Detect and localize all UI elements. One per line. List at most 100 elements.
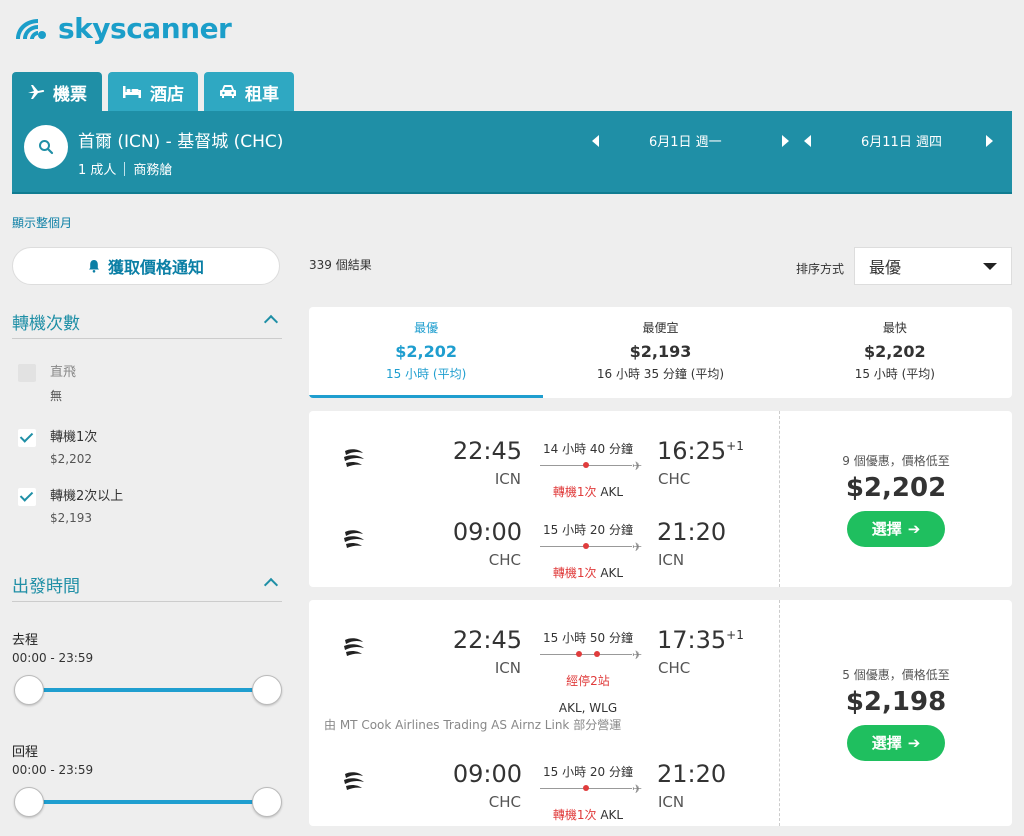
arrow-right-icon: ➔ bbox=[907, 519, 921, 538]
departure-time-filter-header[interactable]: 出發時間 bbox=[12, 572, 282, 602]
day-offset: +1 bbox=[726, 628, 744, 642]
stops-count: 經停2站 bbox=[566, 674, 610, 688]
sort-tab-duration: 15 小時 (平均) bbox=[854, 367, 935, 381]
product-tabs: 機票 酒店 租車 bbox=[12, 72, 294, 112]
stops-count: 轉機1次 bbox=[552, 566, 597, 580]
select-button[interactable]: 選擇 ➔ bbox=[847, 724, 945, 761]
checkbox-two-plus-stops[interactable] bbox=[18, 488, 36, 506]
arrival-time: 17:35+1 bbox=[657, 626, 744, 654]
flight-leg-outbound: 22:45 ICN 14 小時 40 分鐘 ✈ 轉機1次 AKL 16:25+1… bbox=[309, 423, 779, 499]
price: $2,202 bbox=[845, 472, 947, 503]
option-price: 無 bbox=[50, 389, 63, 403]
return-time-range: 00:00 - 23:59 bbox=[12, 763, 94, 777]
slider-handle-start[interactable] bbox=[14, 675, 44, 705]
car-icon bbox=[220, 85, 236, 98]
depart-date[interactable]: 6月1日 週一 bbox=[649, 131, 744, 150]
arrival-airport: CHC bbox=[658, 659, 691, 677]
slider-handle-end[interactable] bbox=[252, 787, 282, 817]
stops-info: 經停2站 AKL, WLG bbox=[540, 672, 636, 715]
sort-tab-title: 最快 bbox=[882, 321, 907, 335]
arrival-time-value: 16:25 bbox=[657, 437, 727, 465]
return-date-prev-icon[interactable] bbox=[804, 134, 811, 147]
arrival-airport: ICN bbox=[658, 551, 685, 569]
plane-icon: ✈ bbox=[632, 459, 643, 473]
stops-option-two-plus[interactable]: 轉機2次以上 $2,193 bbox=[18, 488, 123, 525]
outbound-time-slider[interactable] bbox=[14, 675, 284, 705]
departure-airport: CHC bbox=[488, 793, 521, 811]
sort-tab-fastest[interactable]: 最快 $2,202 15 小時 (平均) bbox=[778, 307, 1012, 398]
arrival-airport: CHC bbox=[658, 470, 691, 488]
sort-tab-best[interactable]: 最優 $2,202 15 小時 (平均) bbox=[309, 307, 544, 398]
sort-tab-title: 最便宜 bbox=[642, 321, 679, 335]
stops-option-one[interactable]: 轉機1次 $2,202 bbox=[18, 429, 97, 466]
checkbox-direct[interactable] bbox=[18, 364, 36, 382]
search-summary-bar: 首爾 (ICN) - 基督城 (CHC) 1 成人 商務艙 6月1日 週一 6月… bbox=[12, 111, 1012, 194]
arrival-time: 21:20 bbox=[657, 518, 726, 546]
via-airport: AKL bbox=[600, 566, 624, 580]
return-date[interactable]: 6月11日 週四 bbox=[861, 131, 956, 150]
departure-time-filter-title: 出發時間 bbox=[12, 577, 80, 597]
slider-handle-start[interactable] bbox=[14, 787, 44, 817]
air-new-zealand-logo-icon bbox=[344, 530, 364, 548]
stops-option-direct[interactable]: 直飛 無 bbox=[18, 364, 76, 404]
price-panel: 9 個優惠，價格低至 $2,202 選擇 ➔ bbox=[780, 411, 1012, 587]
depart-date-nav: 6月1日 週一 bbox=[592, 131, 789, 150]
option-label: 轉機2次以上 bbox=[50, 489, 124, 504]
return-date-nav: 6月11日 週四 bbox=[804, 131, 993, 150]
via-airport: AKL bbox=[600, 808, 624, 822]
flight-duration: 15 小時 20 分鐘 bbox=[543, 765, 633, 779]
passenger-count: 1 成人 bbox=[78, 163, 117, 178]
tab-label: 酒店 bbox=[150, 84, 184, 105]
sort-tab-price: $2,202 bbox=[863, 342, 926, 361]
air-new-zealand-logo-icon bbox=[344, 772, 364, 790]
cabin-class: 商務艙 bbox=[133, 163, 173, 178]
depart-date-next-icon[interactable] bbox=[782, 134, 789, 147]
stops-filter-title: 轉機次數 bbox=[12, 314, 80, 334]
edit-search-button[interactable] bbox=[24, 125, 68, 169]
sort-select[interactable]: 最優 bbox=[854, 247, 1012, 285]
result-card[interactable]: 22:45 ICN 15 小時 50 分鐘 ✈ 經停2站 AKL, WLG 17… bbox=[309, 600, 1012, 826]
flight-duration: 15 小時 20 分鐘 bbox=[543, 523, 633, 537]
sort-selected-value: 最優 bbox=[869, 258, 902, 277]
departure-time: 09:00 bbox=[452, 518, 522, 546]
air-new-zealand-logo-icon bbox=[344, 638, 364, 656]
results-count: 339 個結果 bbox=[309, 258, 372, 272]
stop-dot bbox=[576, 651, 582, 657]
price-alert-button[interactable]: 獲取價格通知 bbox=[12, 247, 280, 285]
skyscanner-logo[interactable]: skyscanner bbox=[12, 12, 232, 45]
select-button[interactable]: 選擇 ➔ bbox=[847, 510, 945, 547]
depart-date-prev-icon[interactable] bbox=[592, 134, 599, 147]
day-offset: +1 bbox=[726, 439, 744, 453]
stop-dot bbox=[583, 462, 589, 468]
slider-handle-end[interactable] bbox=[252, 675, 282, 705]
result-card[interactable]: 22:45 ICN 14 小時 40 分鐘 ✈ 轉機1次 AKL 16:25+1… bbox=[309, 411, 1012, 587]
sort-tab-duration: 15 小時 (平均) bbox=[386, 367, 467, 381]
return-time-slider[interactable] bbox=[14, 787, 284, 817]
sort-tab-price: $2,193 bbox=[629, 342, 692, 361]
chevron-up-icon[interactable] bbox=[263, 577, 279, 593]
stops-filter-header[interactable]: 轉機次數 bbox=[12, 309, 282, 339]
stop-dot bbox=[594, 651, 600, 657]
checkbox-one-stop[interactable] bbox=[18, 429, 36, 447]
sort-label: 排序方式 bbox=[796, 262, 845, 276]
return-date-next-icon[interactable] bbox=[986, 134, 993, 147]
outbound-label: 去程 bbox=[12, 633, 39, 648]
slider-track[interactable] bbox=[28, 800, 270, 804]
return-label: 回程 bbox=[12, 745, 39, 760]
sort-tab-cheapest[interactable]: 最便宜 $2,193 16 小時 35 分鐘 (平均) bbox=[543, 307, 777, 398]
flight-leg-outbound: 22:45 ICN 15 小時 50 分鐘 ✈ 經停2站 AKL, WLG 17… bbox=[309, 612, 779, 715]
tab-hotels[interactable]: 酒店 bbox=[108, 72, 198, 112]
tab-label: 租車 bbox=[245, 84, 279, 105]
stops-info: 轉機1次 AKL bbox=[540, 564, 636, 581]
chevron-up-icon[interactable] bbox=[263, 314, 279, 330]
deals-count: 5 個優惠，價格低至 bbox=[842, 667, 950, 682]
stops-info: 轉機1次 AKL bbox=[540, 806, 636, 823]
route-title: 首爾 (ICN) - 基督城 (CHC) bbox=[78, 132, 284, 152]
tab-car-hire[interactable]: 租車 bbox=[204, 72, 294, 112]
tab-flights[interactable]: 機票 bbox=[12, 72, 102, 112]
select-label: 選擇 bbox=[871, 520, 902, 538]
tab-label: 機票 bbox=[53, 84, 87, 105]
slider-track[interactable] bbox=[28, 688, 270, 692]
deals-count: 9 個優惠，價格低至 bbox=[842, 453, 950, 468]
show-whole-month-link[interactable]: 顯示整個月 bbox=[12, 214, 72, 231]
